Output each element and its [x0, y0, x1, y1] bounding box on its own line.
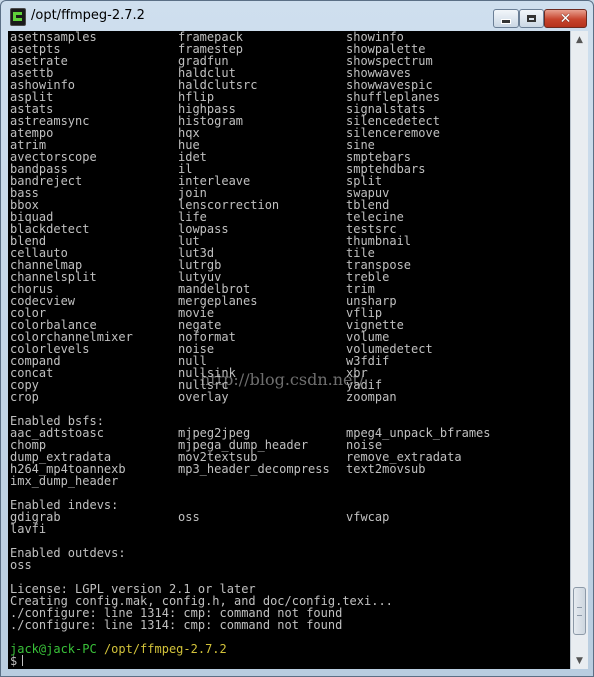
- maximize-icon: [527, 15, 536, 22]
- prompt-symbol: $: [10, 654, 18, 668]
- scrollbar-thumb[interactable]: [573, 587, 586, 635]
- maximize-button[interactable]: [519, 9, 544, 28]
- terminal-cell: overlay: [178, 390, 229, 404]
- terminal-line: blackdetect lowpass testsrc: [10, 223, 570, 235]
- terminal-line: codecview mergeplanes unsharp: [10, 295, 570, 307]
- scroll-up-button[interactable]: ▲: [571, 31, 588, 48]
- terminal-line: colorchannelmixer noformat volume: [10, 331, 570, 343]
- close-button[interactable]: ✕: [544, 9, 587, 28]
- terminal-line: channelsplit lutyuv treble: [10, 271, 570, 283]
- terminal-line: colorlevels noise volumedetect: [10, 343, 570, 355]
- terminal-line: asetnsamples framepack showinfo: [10, 31, 570, 43]
- terminal-line: ashowinfo haldclutsrc showwavespic: [10, 79, 570, 91]
- prompt-user: jack@jack-PC: [10, 642, 97, 656]
- terminal-cell: oss: [10, 558, 32, 572]
- terminal-line: Enabled outdevs:: [10, 546, 126, 560]
- terminal-line: asetrate gradfun showspectrum: [10, 55, 570, 67]
- arrow-down-icon: ▼: [576, 655, 583, 666]
- command-input-line[interactable]: $: [10, 655, 570, 667]
- minimize-icon: [501, 19, 511, 24]
- terminal-line: asplit hflip shuffleplanes: [10, 91, 570, 103]
- watermark: http://blog.csdn.net/: [200, 370, 365, 389]
- arrow-up-icon: ▲: [576, 34, 583, 45]
- scroll-down-button[interactable]: ▼: [571, 652, 588, 669]
- window-title: /opt/ffmpeg-2.7.2: [31, 8, 145, 23]
- terminal-output-area[interactable]: asetnsamples framepack showinfo asetpts fram…: [8, 31, 570, 669]
- terminal-line: biquad life telecine: [10, 211, 570, 223]
- terminal-line: ./configure: line 1314: cmp: command not…: [10, 618, 343, 632]
- terminal-line: bandreject interleave split: [10, 175, 570, 187]
- terminal-line: asettb haldclut showwaves: [10, 67, 570, 79]
- terminal-line: lavfi: [10, 523, 570, 535]
- terminal-line: asetpts framestep showpalette: [10, 43, 570, 55]
- terminal-line: blend lut thumbnail: [10, 235, 570, 247]
- terminal-line: imx_dump_header: [10, 475, 570, 487]
- terminal-line: atempo hqx silenceremove: [10, 127, 570, 139]
- terminal-cell: crop: [10, 390, 39, 404]
- terminal-text: asetnsamples framepack showinfo asetpts fram…: [10, 31, 570, 667]
- terminal-cell: lavfi: [10, 522, 47, 536]
- terminal-line: gdigrab oss vfwcap: [10, 511, 570, 523]
- terminal-line: astats highpass signalstats: [10, 103, 570, 115]
- terminal-line: oss: [10, 559, 570, 571]
- prompt-line: jack@jack-PC /opt/ffmpeg-2.7.2: [10, 643, 570, 655]
- terminal-app-icon[interactable]: [10, 8, 26, 26]
- terminal-line: chorus mandelbrot trim: [10, 283, 570, 295]
- terminal-line: avectorscope idet smptebars: [10, 151, 570, 163]
- close-icon: ✕: [559, 10, 572, 27]
- text-cursor: [22, 655, 24, 666]
- terminal-line: crop overlay zoompan: [10, 391, 570, 403]
- terminal-cell: mp3_header_decompress: [178, 462, 330, 476]
- terminal-line: bbox lenscorrection tblend: [10, 199, 570, 211]
- vertical-scrollbar[interactable]: ▲ ▼: [570, 31, 588, 669]
- prompt-path: /opt/ffmpeg-2.7.2: [103, 642, 227, 656]
- terminal-line: astreamsync histogram silencedetect: [10, 115, 570, 127]
- terminal-line: Enabled indevs:: [10, 498, 119, 512]
- terminal-line: bandpass il smptehdbars: [10, 163, 570, 175]
- title-bar[interactable]: /opt/ffmpeg-2.7.2 ✕: [1, 1, 593, 31]
- minimize-button[interactable]: [493, 9, 519, 28]
- terminal-cell: text2movsub: [346, 462, 426, 476]
- terminal-line: bass join swapuv: [10, 187, 570, 199]
- terminal-cell: imx_dump_header: [10, 474, 119, 488]
- terminal-cell: oss: [178, 510, 200, 524]
- terminal-line: cellauto lut3d tile: [10, 247, 570, 259]
- terminal-window: /opt/ffmpeg-2.7.2 ✕ asetnsamples framepac…: [0, 0, 594, 677]
- terminal-cell: vfwcap: [346, 510, 390, 524]
- terminal-cell: zoompan: [346, 390, 397, 404]
- terminal-line: compand null w3fdif: [10, 355, 570, 367]
